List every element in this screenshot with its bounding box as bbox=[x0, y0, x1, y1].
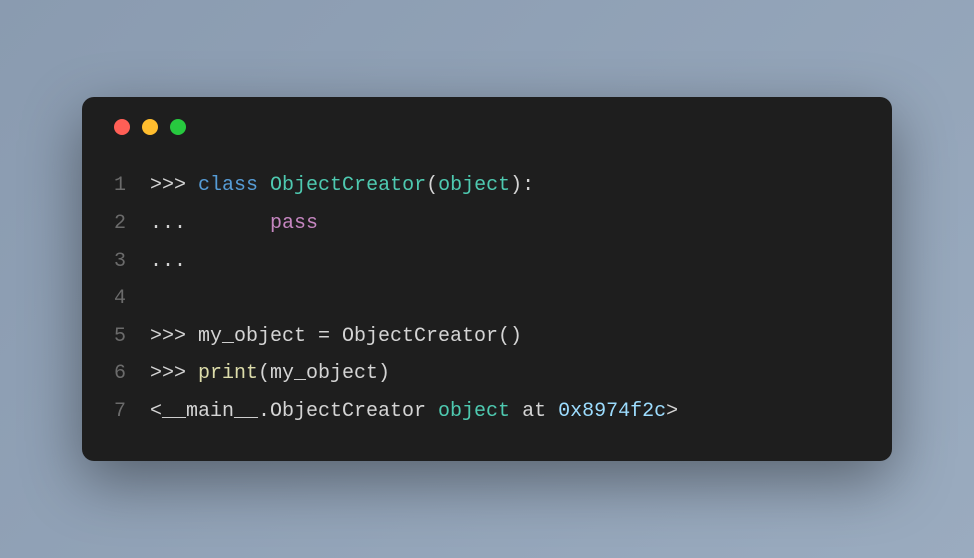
code-token: ... bbox=[150, 250, 186, 273]
code-token: (my_object) bbox=[258, 362, 390, 385]
line-number: 2 bbox=[108, 205, 150, 243]
maximize-icon[interactable] bbox=[170, 119, 186, 135]
code-token: > bbox=[666, 400, 678, 423]
line-content: >>> my_object = ObjectCreator() bbox=[150, 318, 522, 356]
code-token bbox=[258, 174, 270, 197]
code-line: 2... pass bbox=[108, 205, 866, 243]
line-number: 1 bbox=[108, 167, 150, 205]
code-line: 3... bbox=[108, 243, 866, 281]
code-token: ): bbox=[510, 174, 534, 197]
code-token: print bbox=[198, 362, 258, 385]
code-token: 0x8974f2c bbox=[558, 400, 666, 423]
code-token: >>> my_object = ObjectCreator() bbox=[150, 325, 522, 348]
code-window: 1>>> class ObjectCreator(object):2... pa… bbox=[82, 97, 892, 460]
code-token: ... bbox=[150, 212, 270, 235]
code-line: 1>>> class ObjectCreator(object): bbox=[108, 167, 866, 205]
close-icon[interactable] bbox=[114, 119, 130, 135]
code-token: ObjectCreator bbox=[270, 174, 426, 197]
line-number: 6 bbox=[108, 355, 150, 393]
line-number: 4 bbox=[108, 280, 150, 318]
line-number: 7 bbox=[108, 393, 150, 431]
code-token: class bbox=[198, 174, 258, 197]
line-content bbox=[150, 280, 162, 318]
line-content: <__main__.ObjectCreator object at 0x8974… bbox=[150, 393, 678, 431]
code-token: >>> bbox=[150, 362, 198, 385]
code-token: at bbox=[510, 400, 558, 423]
window-titlebar bbox=[108, 119, 866, 135]
code-line: 5>>> my_object = ObjectCreator() bbox=[108, 318, 866, 356]
code-token: object bbox=[438, 400, 510, 423]
line-content: ... pass bbox=[150, 205, 318, 243]
code-token: object bbox=[438, 174, 510, 197]
code-token: ( bbox=[426, 174, 438, 197]
code-line: 4 bbox=[108, 280, 866, 318]
code-token: <__main__.ObjectCreator bbox=[150, 400, 438, 423]
code-token: >>> bbox=[150, 174, 198, 197]
code-line: 7<__main__.ObjectCreator object at 0x897… bbox=[108, 393, 866, 431]
line-content: >>> print(my_object) bbox=[150, 355, 390, 393]
line-number: 5 bbox=[108, 318, 150, 356]
minimize-icon[interactable] bbox=[142, 119, 158, 135]
line-number: 3 bbox=[108, 243, 150, 281]
code-line: 6>>> print(my_object) bbox=[108, 355, 866, 393]
code-token: pass bbox=[270, 212, 318, 235]
line-content: ... bbox=[150, 243, 186, 281]
line-content: >>> class ObjectCreator(object): bbox=[150, 167, 534, 205]
code-block: 1>>> class ObjectCreator(object):2... pa… bbox=[108, 167, 866, 430]
